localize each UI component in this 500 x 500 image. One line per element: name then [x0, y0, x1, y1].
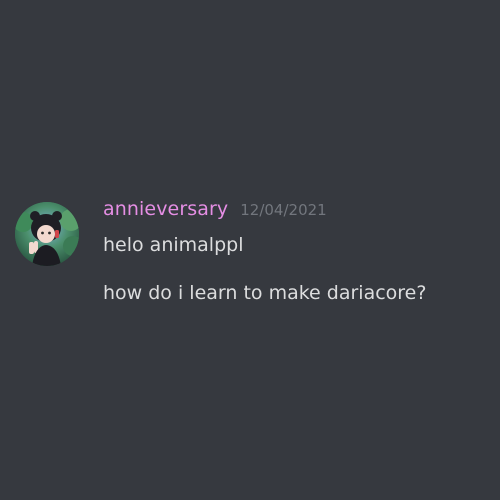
message-header: annieversary 12/04/2021 — [103, 198, 485, 228]
message-content: annieversary 12/04/2021 helo animalppl h… — [103, 198, 485, 304]
timestamp[interactable]: 12/04/2021 — [240, 201, 326, 219]
username[interactable]: annieversary — [103, 198, 228, 220]
avatar-icon — [15, 202, 79, 266]
chat-view: annieversary 12/04/2021 helo animalppl h… — [0, 0, 500, 500]
avatar[interactable] — [15, 202, 79, 266]
chat-message: annieversary 12/04/2021 helo animalppl h… — [15, 198, 485, 308]
message-text-line: helo animalppl — [103, 234, 244, 256]
message-text-line: how do i learn to make dariacore? — [103, 282, 427, 304]
